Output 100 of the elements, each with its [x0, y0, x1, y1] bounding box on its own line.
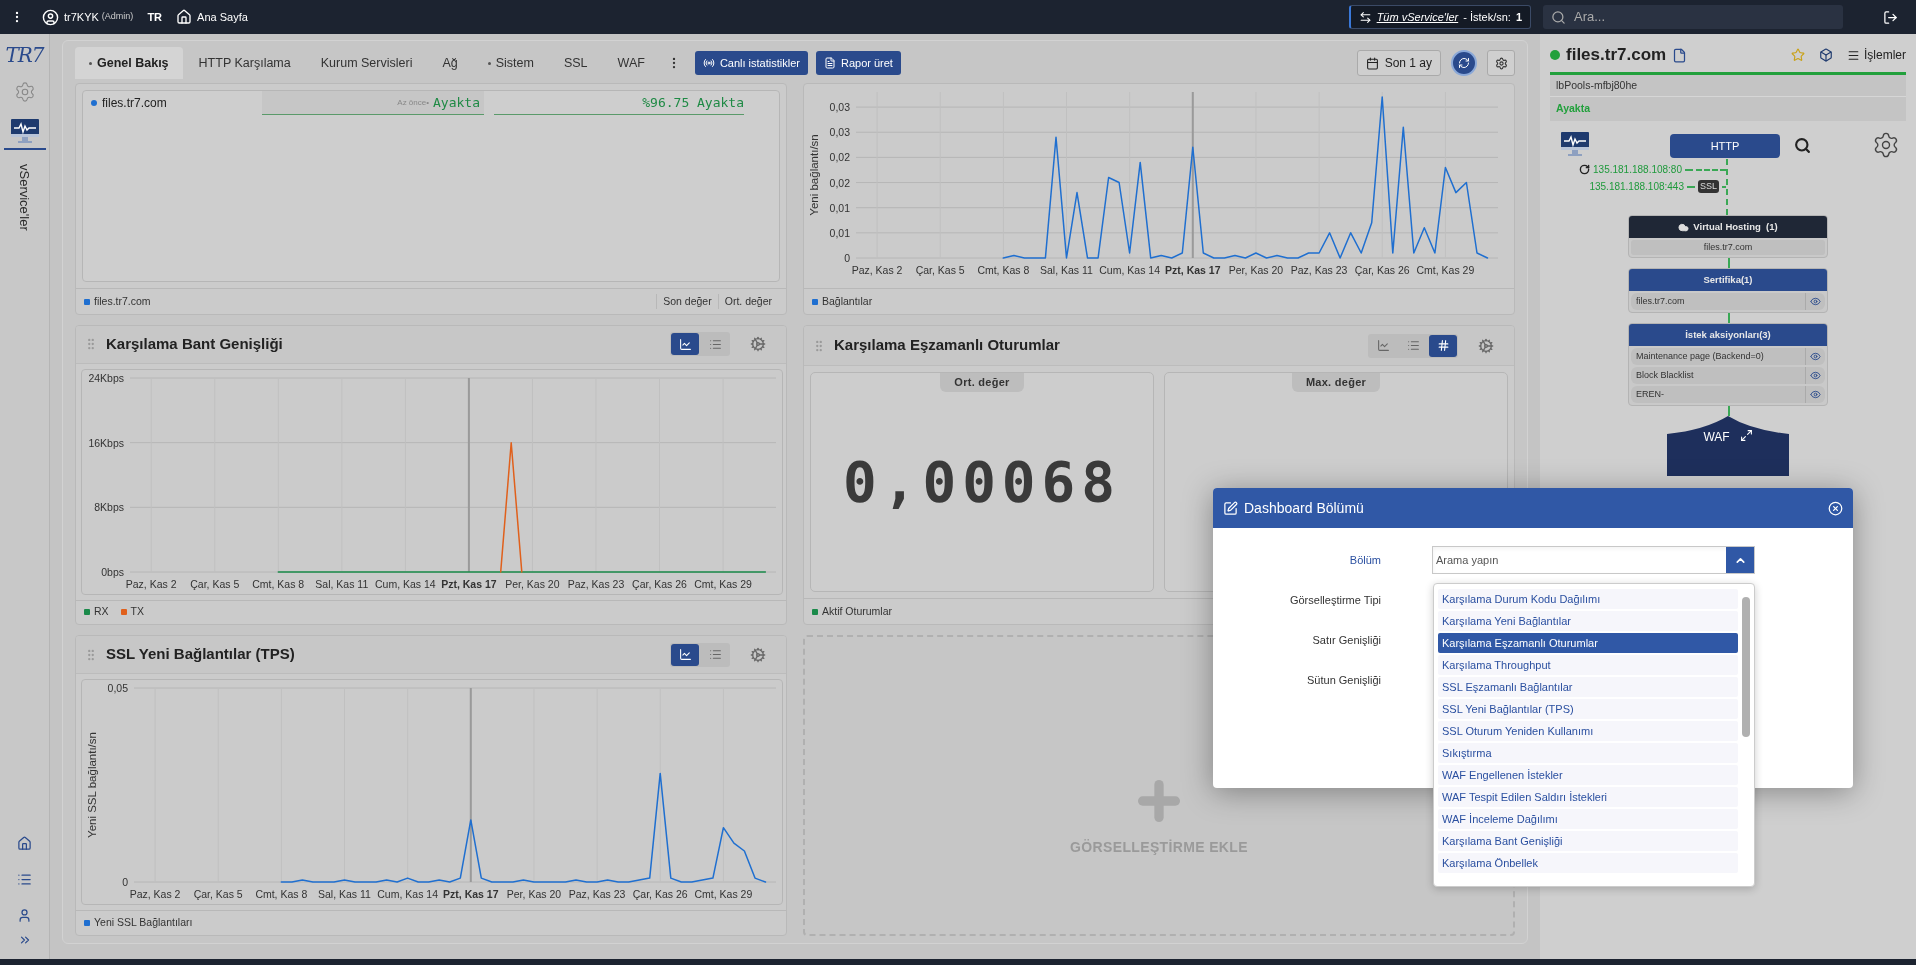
tab[interactable]: Sistem [473, 47, 548, 79]
dropdown-option[interactable]: WAF İnceleme Dağılımı [1438, 809, 1738, 829]
axis-label: Sal, Kas 11 [1040, 264, 1093, 276]
field-label: Sütun Genişliği [1306, 672, 1381, 688]
search-icon[interactable] [1794, 137, 1811, 154]
axis-label: 0,03 [829, 101, 850, 114]
list-icon [708, 337, 722, 351]
monitor-icon [9, 118, 40, 144]
star-icon[interactable] [1791, 48, 1805, 62]
dropdown-option[interactable]: WAF Tespit Edilen Saldırı İstekleri [1438, 787, 1738, 807]
view-toggle-button[interactable] [1429, 334, 1457, 357]
cloud-icon [1678, 221, 1690, 233]
eye-icon[interactable] [1810, 370, 1821, 381]
cube-icon[interactable] [1819, 48, 1833, 62]
tab[interactable]: HTTP Karşılama [184, 47, 305, 79]
list-item[interactable]: EREN- [1631, 386, 1825, 403]
axis-label: Pzt, Kas 17 [1165, 264, 1221, 276]
axis-label: Paz, Kas 23 [568, 888, 626, 901]
settings-icon[interactable] [750, 646, 766, 663]
ssl-tag: SSL [1698, 179, 1719, 194]
line-chart-icon [678, 337, 692, 351]
widget-title: SSL Yeni Bağlantılar (TPS) [106, 644, 296, 665]
axis-label: Paz, Kas 2 [129, 888, 181, 901]
axis-label: Sal, Kas 11 [315, 577, 369, 590]
settings-icon[interactable] [750, 336, 766, 353]
tab[interactable]: Kurum Servisleri [306, 47, 427, 79]
settings-button[interactable] [1487, 50, 1515, 76]
eye-icon[interactable] [1810, 351, 1821, 362]
view-toggle-button[interactable] [671, 333, 699, 356]
file-icon[interactable] [1672, 47, 1688, 63]
refresh-icon[interactable] [1579, 164, 1590, 175]
axis-label: 0,02 [829, 151, 850, 164]
scrollbar[interactable] [1742, 597, 1750, 737]
report-button[interactable]: Rapor üret [815, 51, 901, 75]
protocol-button[interactable]: HTTP [1670, 134, 1780, 158]
dropdown-option[interactable]: Karşılama Bant Genişliği [1438, 831, 1738, 851]
legend-label: TX [130, 604, 144, 620]
axis-label: 0bps [101, 565, 124, 578]
dropdown-option[interactable]: Karşılama Throughput [1438, 655, 1738, 675]
axis-label: Çar, Kas 5 [915, 264, 965, 276]
dropdown-option[interactable]: Karşılama Durum Kodu Dağılımı [1438, 589, 1738, 609]
user-icon[interactable] [42, 8, 59, 26]
widget-title: Karşılama Bant Genişliği [106, 334, 284, 355]
hosting-item[interactable]: files.tr7.com [1631, 240, 1825, 255]
home-icon[interactable] [176, 9, 193, 25]
home-link[interactable]: Ana Sayfa [197, 8, 248, 26]
dropdown-option[interactable]: Karşılama Eşzamanlı Oturumlar [1438, 633, 1738, 653]
search-field[interactable]: Ara... [1543, 5, 1843, 29]
axis-label: 24Kbps [88, 371, 124, 384]
dropdown-option[interactable]: Sıkıştırma [1438, 743, 1738, 763]
eye-icon[interactable] [1810, 296, 1821, 307]
calendar-icon [1365, 56, 1379, 70]
axis-label: Per, Kas 20 [505, 577, 560, 590]
legend-label: Yeni SSL Bağlantıları [94, 915, 193, 931]
broadcast-icon [702, 57, 715, 69]
list-icon [1406, 339, 1420, 352]
refresh-button[interactable] [1451, 50, 1477, 76]
search-select[interactable]: Arama yapın [1432, 546, 1755, 574]
axis-title: Yeni bağlantı/sn [808, 134, 820, 216]
axis-label: Çar, Kas 26 [632, 888, 688, 901]
view-toggle-button[interactable] [671, 643, 699, 666]
field-label: Görselleştirme Tipi [1288, 592, 1381, 608]
list-item[interactable]: Maintenance page (Backend=0) [1631, 348, 1825, 365]
section-label[interactable]: vService'ler [14, 164, 35, 231]
settings-icon[interactable] [1478, 337, 1494, 354]
dropdown-option[interactable]: SSL Yeni Bağlantılar (TPS) [1438, 699, 1738, 719]
axis-label: Cum, Kas 14 [1099, 264, 1160, 276]
tab[interactable]: Ağ [428, 47, 472, 79]
search-input[interactable]: Arama yapın [1433, 547, 1726, 573]
list-item[interactable]: Block Blacklist [1631, 367, 1825, 384]
dropdown-option[interactable]: Karşılama Önbellek [1438, 853, 1738, 873]
item-label: Maintenance page (Backend=0) [1635, 349, 1765, 363]
list-item[interactable]: files.tr7.com [1631, 293, 1825, 310]
dropdown-option[interactable]: Karşılama Yeni Bağlantılar [1438, 611, 1738, 631]
eye-icon[interactable] [1810, 389, 1821, 400]
dropdown-option[interactable]: SSL Eşzamanlı Bağlantılar [1438, 677, 1738, 697]
search-icon [1551, 9, 1566, 25]
stat-label: Max. değer [1291, 373, 1381, 392]
search-input[interactable]: Ara... [1574, 7, 1835, 27]
logout-icon[interactable] [1883, 9, 1898, 25]
dropdown-toggle[interactable] [1726, 547, 1754, 573]
dropdown-option[interactable]: SSL Oturum Yeniden Kullanımı [1438, 721, 1738, 741]
axis-label: Çar, Kas 5 [193, 888, 243, 901]
logo[interactable]: TR7 [5, 40, 44, 70]
service-filter-link[interactable]: Tüm vService'ler [1376, 8, 1459, 26]
period-button[interactable]: Son 1 ay [1356, 50, 1441, 76]
dropdown-option[interactable]: WAF Engellenen İstekler [1438, 765, 1738, 785]
tab[interactable]: SSL [549, 47, 602, 79]
settings-icon[interactable] [1872, 131, 1900, 159]
actions-menu[interactable]: İşlemler [1847, 46, 1906, 64]
tab[interactable]: WAF [603, 47, 659, 79]
expand-icon[interactable] [1739, 429, 1753, 442]
settings-icon [13, 81, 36, 103]
axis-label: Sal, Kas 11 [318, 888, 371, 901]
language-switch[interactable]: TR [147, 8, 163, 26]
tab[interactable]: Genel Bakış [75, 47, 183, 79]
live-stats-button[interactable]: Canlı istatistikler [694, 51, 808, 75]
close-icon[interactable] [1828, 500, 1843, 516]
service-title: files.tr7.com [1566, 44, 1667, 67]
user-name[interactable]: tr7KYK [64, 8, 99, 26]
